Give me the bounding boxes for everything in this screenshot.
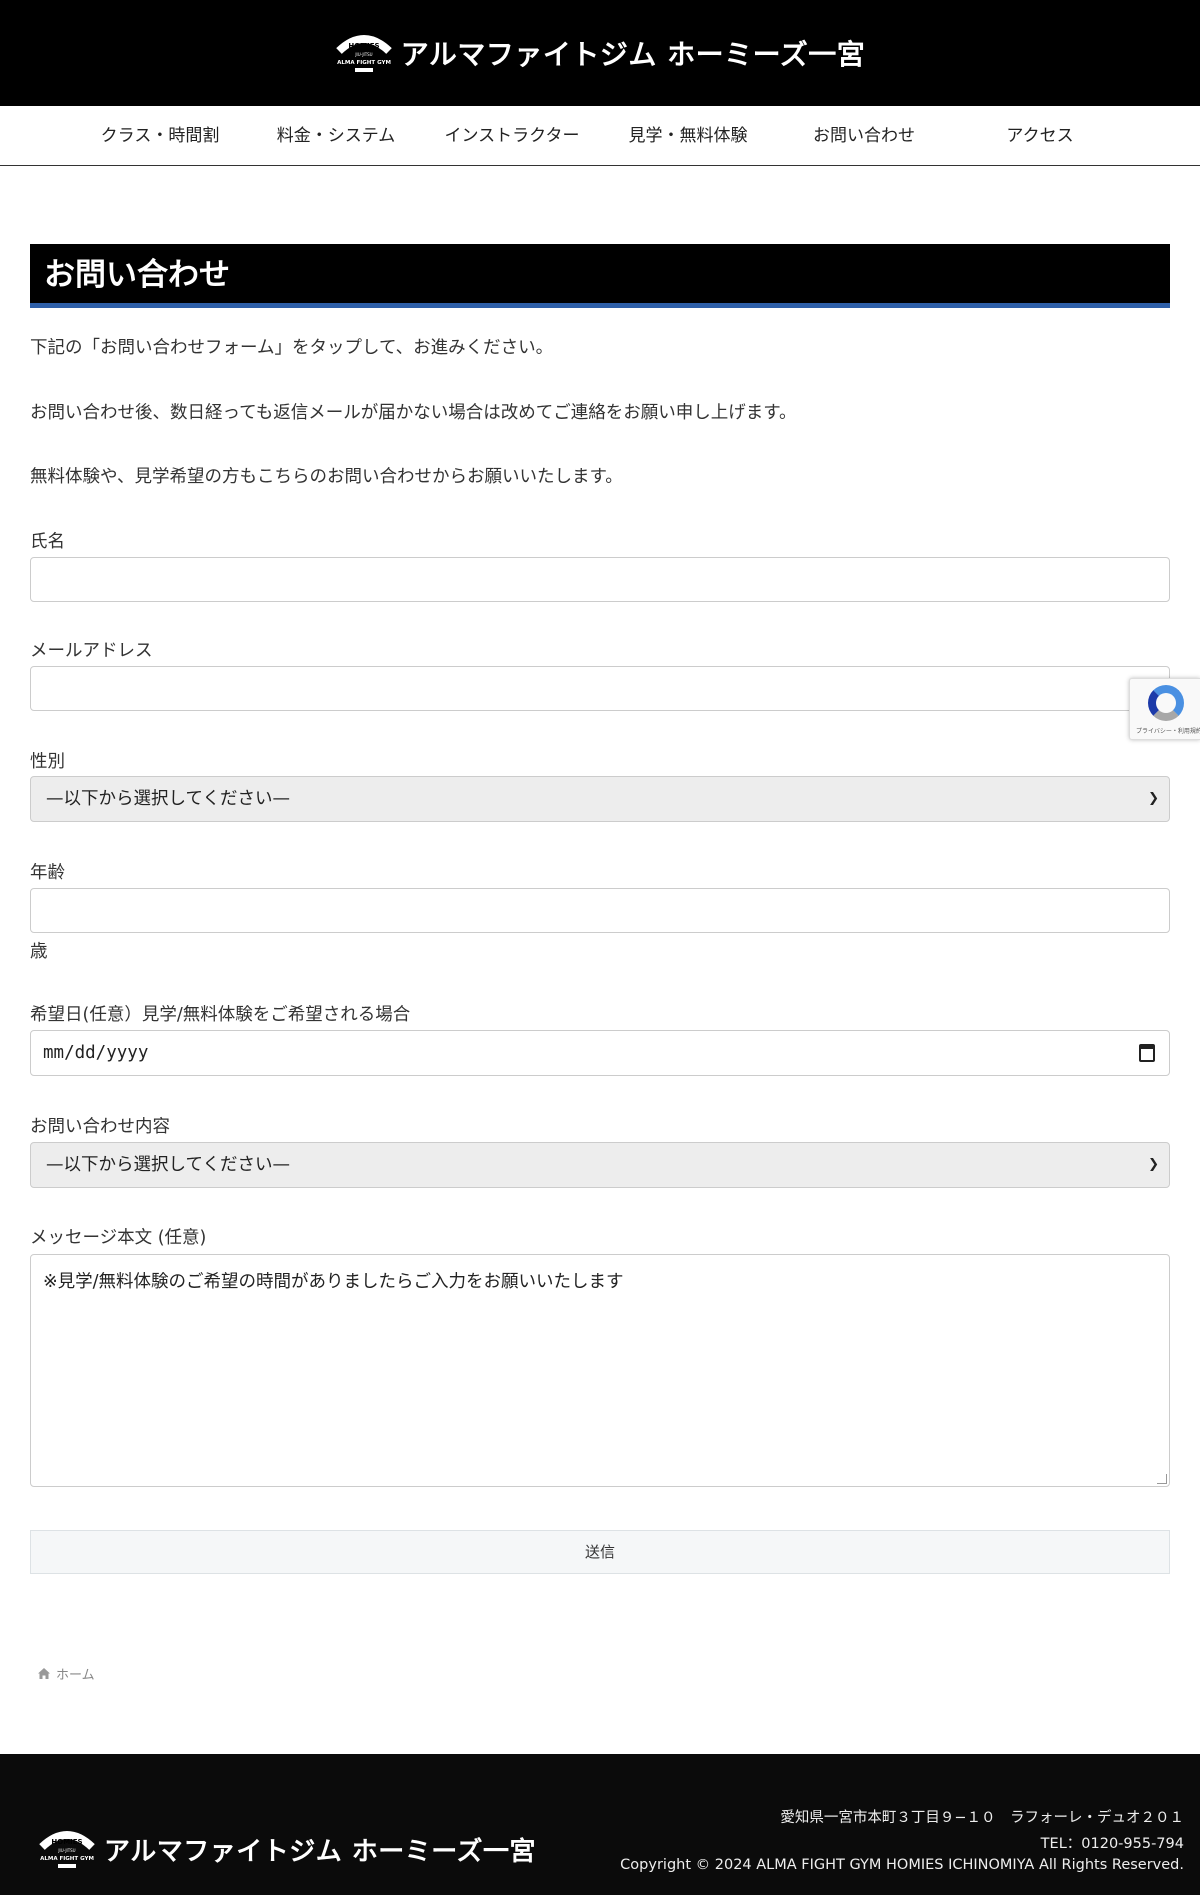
inquiry-label: お問い合わせ内容 bbox=[30, 1117, 170, 1137]
message-text: ※見学/無料体験のご希望の時間がありましたらご入力をお願いいたします bbox=[43, 1272, 624, 1292]
footer-site-name: アルマファイトジム ホーミーズ一宮 bbox=[104, 1836, 536, 1867]
home-icon bbox=[38, 1668, 50, 1679]
message-label: メッセージ本文 (任意) bbox=[30, 1228, 207, 1248]
breadcrumb: ホーム bbox=[38, 1664, 95, 1683]
footer-logo[interactable]: HOMIES JIU-JITSU ALMA FIGHT GYM アルマファイトジ… bbox=[38, 1827, 536, 1871]
date-label: 希望日(任意）見学/無料体験をご希望される場合 bbox=[30, 1005, 411, 1025]
gym-emblem-icon: HOMIES JIU-JITSU ALMA FIGHT GYM bbox=[39, 1831, 95, 1868]
nav-item-access[interactable]: アクセス bbox=[1000, 106, 1080, 166]
gender-label: 性別 bbox=[30, 752, 65, 772]
submit-button[interactable]: 送信 bbox=[30, 1530, 1170, 1574]
name-input[interactable] bbox=[30, 557, 1170, 602]
site-logo[interactable]: HOMIES JIU-JITSU ALMA FIGHT GYM アルマファイトジ… bbox=[335, 31, 866, 75]
inquiry-select[interactable]: —以下から選択してください— ❯ bbox=[30, 1142, 1170, 1188]
nav-item-instructors[interactable]: インストラクター bbox=[444, 106, 580, 166]
calendar-icon[interactable] bbox=[1139, 1044, 1155, 1062]
recaptcha-text: プライバシー・利用規約 bbox=[1136, 728, 1200, 735]
nav-item-trial[interactable]: 見学・無料体験 bbox=[628, 106, 748, 166]
main-content: お問い合わせ 下記の「お問い合わせフォーム」をタップして、お進みください。 お問… bbox=[30, 244, 1170, 1574]
recaptcha-badge[interactable]: プライバシー・利用規約 bbox=[1129, 678, 1200, 740]
svg-text:JIU-JITSU: JIU-JITSU bbox=[354, 52, 372, 57]
gender-selected-value: —以下から選択してください— bbox=[46, 789, 290, 809]
nav-item-classes[interactable]: クラス・時間割 bbox=[100, 106, 220, 166]
site-name: アルマファイトジム ホーミーズ一宮 bbox=[400, 38, 866, 71]
breadcrumb-home-link[interactable]: ホーム bbox=[56, 1664, 95, 1683]
date-placeholder: mm/dd/yyyy bbox=[43, 1043, 149, 1063]
chevron-down-icon: ❯ bbox=[1148, 791, 1159, 806]
name-label: 氏名 bbox=[30, 532, 65, 552]
site-header: HOMIES JIU-JITSU ALMA FIGHT GYM アルマファイトジ… bbox=[0, 0, 1200, 106]
svg-text:HOMIES: HOMIES bbox=[348, 42, 379, 50]
nav-item-pricing[interactable]: 料金・システム bbox=[276, 106, 396, 166]
svg-text:ALMA FIGHT GYM: ALMA FIGHT GYM bbox=[337, 60, 391, 66]
site-footer: HOMIES JIU-JITSU ALMA FIGHT GYM アルマファイトジ… bbox=[0, 1754, 1200, 1895]
footer-address: 愛知県一宮市本町３丁目９−１０ ラフォーレ・デュオ２０１ bbox=[780, 1810, 1184, 1826]
inquiry-selected-value: —以下から選択してください— bbox=[46, 1155, 290, 1175]
main-nav: クラス・時間割 料金・システム インストラクター 見学・無料体験 お問い合わせ … bbox=[0, 106, 1200, 166]
age-label: 年齢 bbox=[30, 863, 65, 883]
recaptcha-icon bbox=[1148, 685, 1184, 721]
age-unit: 歳 bbox=[30, 942, 48, 962]
page-title: お問い合わせ bbox=[30, 244, 1170, 308]
intro-text-2: お問い合わせ後、数日経っても返信メールが届かない場合は改めてご連絡をお願い申し上… bbox=[30, 403, 797, 423]
intro-text-1: 下記の「お問い合わせフォーム」をタップして、お進みください。 bbox=[30, 338, 554, 358]
chevron-down-icon: ❯ bbox=[1148, 1157, 1159, 1172]
svg-text:ALMA FIGHT GYM: ALMA FIGHT GYM bbox=[40, 1856, 94, 1862]
svg-text:HOMIES: HOMIES bbox=[51, 1838, 82, 1846]
gender-select[interactable]: —以下から選択してください— ❯ bbox=[30, 776, 1170, 822]
email-input[interactable] bbox=[30, 666, 1170, 711]
date-input[interactable]: mm/dd/yyyy bbox=[30, 1030, 1170, 1076]
resize-handle-icon[interactable] bbox=[1157, 1474, 1167, 1484]
message-textarea[interactable]: ※見学/無料体験のご希望の時間がありましたらご入力をお願いいたします bbox=[30, 1254, 1170, 1487]
nav-item-contact[interactable]: お問い合わせ bbox=[812, 106, 916, 166]
intro-text-3: 無料体験や、見学希望の方もこちらのお問い合わせからお願いいたします。 bbox=[30, 467, 623, 487]
footer-tel: TEL：0120-955-794 bbox=[1040, 1836, 1184, 1852]
svg-text:JIU-JITSU: JIU-JITSU bbox=[57, 1848, 75, 1853]
age-input[interactable] bbox=[30, 888, 1170, 933]
footer-copyright: Copyright © 2024 ALMA FIGHT GYM HOMIES I… bbox=[620, 1857, 1184, 1873]
email-label: メールアドレス bbox=[30, 641, 153, 661]
gym-emblem-icon: HOMIES JIU-JITSU ALMA FIGHT GYM bbox=[335, 35, 392, 72]
